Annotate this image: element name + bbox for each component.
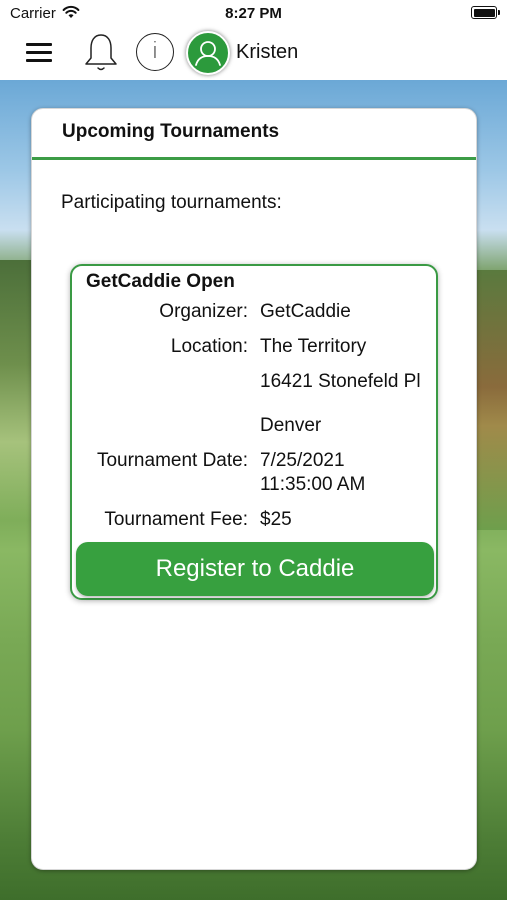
date-label: Tournament Date: <box>96 450 248 471</box>
page-title: Upcoming Tournaments <box>62 121 280 142</box>
status-time: 8:27 PM <box>225 5 282 22</box>
bell-icon[interactable] <box>82 31 120 73</box>
title-divider <box>32 157 476 160</box>
info-icon[interactable]: i <box>136 33 174 71</box>
avatar-icon[interactable] <box>186 31 230 75</box>
username-label[interactable]: Kristen <box>236 41 298 64</box>
date-value: 7/25/2021 <box>260 450 345 471</box>
fee-label: Tournament Fee: <box>104 509 248 530</box>
location-address: 16421 Stonefeld Pl <box>260 371 421 392</box>
upcoming-tournaments-card: Upcoming Tournaments Participating tourn… <box>31 108 477 870</box>
menu-icon[interactable] <box>26 41 54 63</box>
nav-bar: i Kristen <box>0 28 507 80</box>
time-value: 11:35:00 AM <box>260 474 366 495</box>
battery-icon <box>471 6 500 19</box>
tournament-card: GetCaddie Open Organizer: GetCaddie Loca… <box>70 264 438 600</box>
organizer-label: Organizer: <box>159 301 248 322</box>
status-bar: Carrier 8:27 PM <box>0 0 507 28</box>
participating-label: Participating tournaments: <box>61 192 282 213</box>
register-to-caddie-button[interactable]: Register to Caddie <box>76 542 434 596</box>
location-name: The Territory <box>260 336 367 357</box>
location-city: Denver <box>260 415 322 436</box>
tournament-name: GetCaddie Open <box>86 271 235 292</box>
organizer-value: GetCaddie <box>260 301 351 322</box>
fee-value: $25 <box>260 509 292 530</box>
location-label: Location: <box>170 336 248 357</box>
